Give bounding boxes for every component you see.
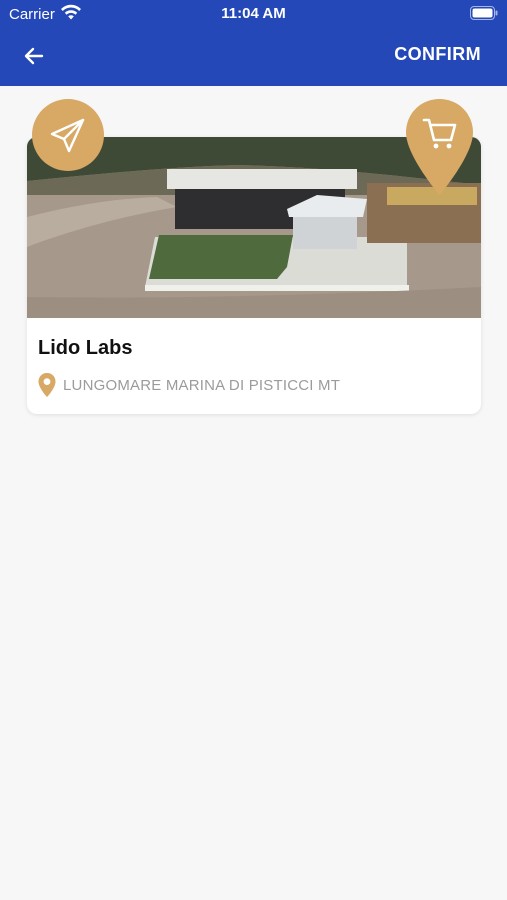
cart-button[interactable] [405, 98, 474, 196]
app-header: Carrier 11:04 AM CONFIRM [0, 0, 507, 86]
location-pin-icon [38, 373, 56, 397]
venue-title: Lido Labs [38, 337, 133, 359]
status-bar: Carrier 11:04 AM [0, 0, 507, 28]
arrow-left-icon [24, 47, 44, 65]
clock: 11:04 AM [221, 5, 286, 22]
venue-address: LUNGOMARE MARINA DI PISTICCI MT [37, 372, 340, 398]
venue-address-text: LUNGOMARE MARINA DI PISTICCI MT [63, 376, 341, 394]
back-button[interactable] [18, 42, 50, 70]
confirm-button[interactable]: CONFIRM [394, 44, 481, 65]
share-button[interactable] [32, 99, 104, 171]
paper-plane-icon [50, 118, 85, 153]
battery-icon [470, 6, 498, 20]
